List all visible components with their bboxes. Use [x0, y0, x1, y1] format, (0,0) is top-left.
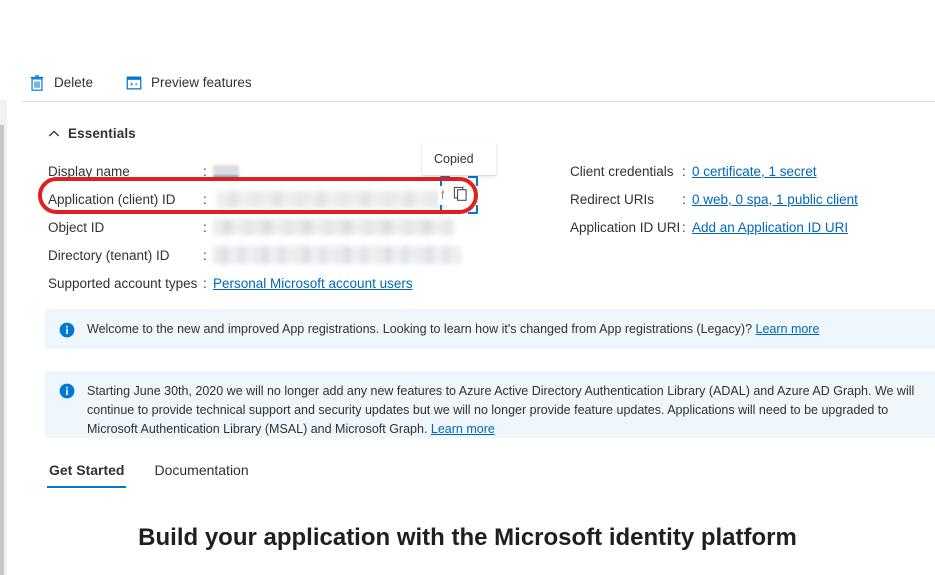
display-name-label: Display name	[48, 163, 130, 179]
info-banner-app-registrations: Welcome to the new and improved App regi…	[45, 309, 935, 349]
redacted-object-id	[213, 219, 454, 235]
banner-2-learn-more-link[interactable]: Learn more	[431, 422, 495, 436]
redirect-uris-link[interactable]: 0 web, 0 spa, 1 public client	[692, 192, 858, 207]
essentials-row-redirect-uris: Redirect URIs : 0 web, 0 spa, 1 public c…	[570, 185, 930, 213]
tab-get-started[interactable]: Get Started	[47, 458, 127, 488]
row-separator: :	[203, 219, 207, 235]
banner-1-text: Welcome to the new and improved App regi…	[87, 320, 819, 339]
essentials-row-supported-account-types: Supported account types : Personal Micro…	[48, 269, 518, 297]
application-id-uri-label: Application ID URI	[570, 219, 681, 235]
essentials-toggle[interactable]: Essentials	[48, 126, 136, 141]
preview-features-icon	[125, 74, 143, 92]
row-separator: :	[682, 163, 686, 179]
banner-2-text: Starting June 30th, 2020 we will no long…	[87, 382, 921, 439]
page-title: Build your application with the Microsof…	[138, 524, 797, 551]
redirect-uris-value: 0 web, 0 spa, 1 public client	[692, 192, 930, 207]
info-icon	[59, 383, 75, 399]
preview-features-button[interactable]: Preview features	[119, 70, 258, 96]
object-id-value	[213, 219, 518, 235]
pivot-tabs: Get Started Documentation	[47, 458, 251, 488]
banner-1-learn-more-link[interactable]: Learn more	[756, 322, 820, 336]
add-application-id-uri-link[interactable]: Add an Application ID URI	[692, 220, 848, 235]
info-icon	[59, 322, 75, 338]
copy-to-clipboard-button[interactable]	[447, 182, 473, 208]
redacted-id-trailing-char: f	[441, 188, 445, 202]
preview-features-button-label: Preview features	[151, 75, 252, 91]
info-banner-adal-deprecation: Starting June 30th, 2020 we will no long…	[45, 371, 935, 438]
row-separator: :	[203, 247, 207, 263]
application-client-id-label: Application (client) ID	[48, 191, 176, 207]
essentials-row-application-id-uri: Application ID URI : Add an Application …	[570, 213, 930, 241]
chevron-up-icon	[48, 128, 60, 140]
essentials-right-column: Client credentials : 0 certificate, 1 se…	[570, 157, 930, 241]
banner-1-message: Welcome to the new and improved App regi…	[87, 321, 756, 336]
client-credentials-link[interactable]: 0 certificate, 1 secret	[692, 164, 817, 179]
command-bar: Delete Preview features	[22, 66, 258, 100]
supported-account-types-label: Supported account types	[48, 275, 198, 291]
client-credentials-label: Client credentials	[570, 163, 674, 179]
left-scroll-track[interactable]	[0, 125, 4, 575]
copied-tooltip: Copied	[422, 143, 496, 175]
essentials-title: Essentials	[68, 126, 136, 141]
client-credentials-value: 0 certificate, 1 secret	[692, 164, 930, 179]
trash-icon	[28, 74, 46, 92]
essentials-row-client-credentials: Client credentials : 0 certificate, 1 se…	[570, 157, 930, 185]
application-id-uri-value: Add an Application ID URI	[692, 220, 930, 235]
delete-button-label: Delete	[54, 75, 94, 91]
redacted-directory-tenant-id	[213, 246, 461, 264]
object-id-label: Object ID	[48, 219, 105, 235]
directory-tenant-id-value	[213, 246, 518, 264]
essentials-row-object-id: Object ID :	[48, 213, 518, 241]
essentials-row-directory-tenant-id: Directory (tenant) ID :	[48, 241, 518, 269]
delete-button[interactable]: Delete	[22, 70, 99, 96]
directory-tenant-id-label: Directory (tenant) ID	[48, 247, 170, 263]
row-separator: :	[203, 163, 207, 179]
row-separator: :	[203, 275, 207, 291]
redirect-uris-label: Redirect URIs	[570, 191, 655, 207]
row-separator: :	[682, 219, 686, 235]
supported-account-types-link[interactable]: Personal Microsoft account users	[213, 276, 413, 291]
row-separator: :	[682, 191, 686, 207]
redacted-application-client-id	[217, 190, 460, 208]
tab-documentation[interactable]: Documentation	[152, 458, 250, 488]
redacted-display-name	[213, 164, 239, 178]
row-separator: :	[203, 191, 207, 207]
supported-account-types-value: Personal Microsoft account users	[213, 276, 518, 291]
banner-2-message: Starting June 30th, 2020 we will no long…	[87, 384, 915, 436]
command-bar-divider	[22, 101, 935, 102]
copy-icon	[452, 185, 469, 205]
